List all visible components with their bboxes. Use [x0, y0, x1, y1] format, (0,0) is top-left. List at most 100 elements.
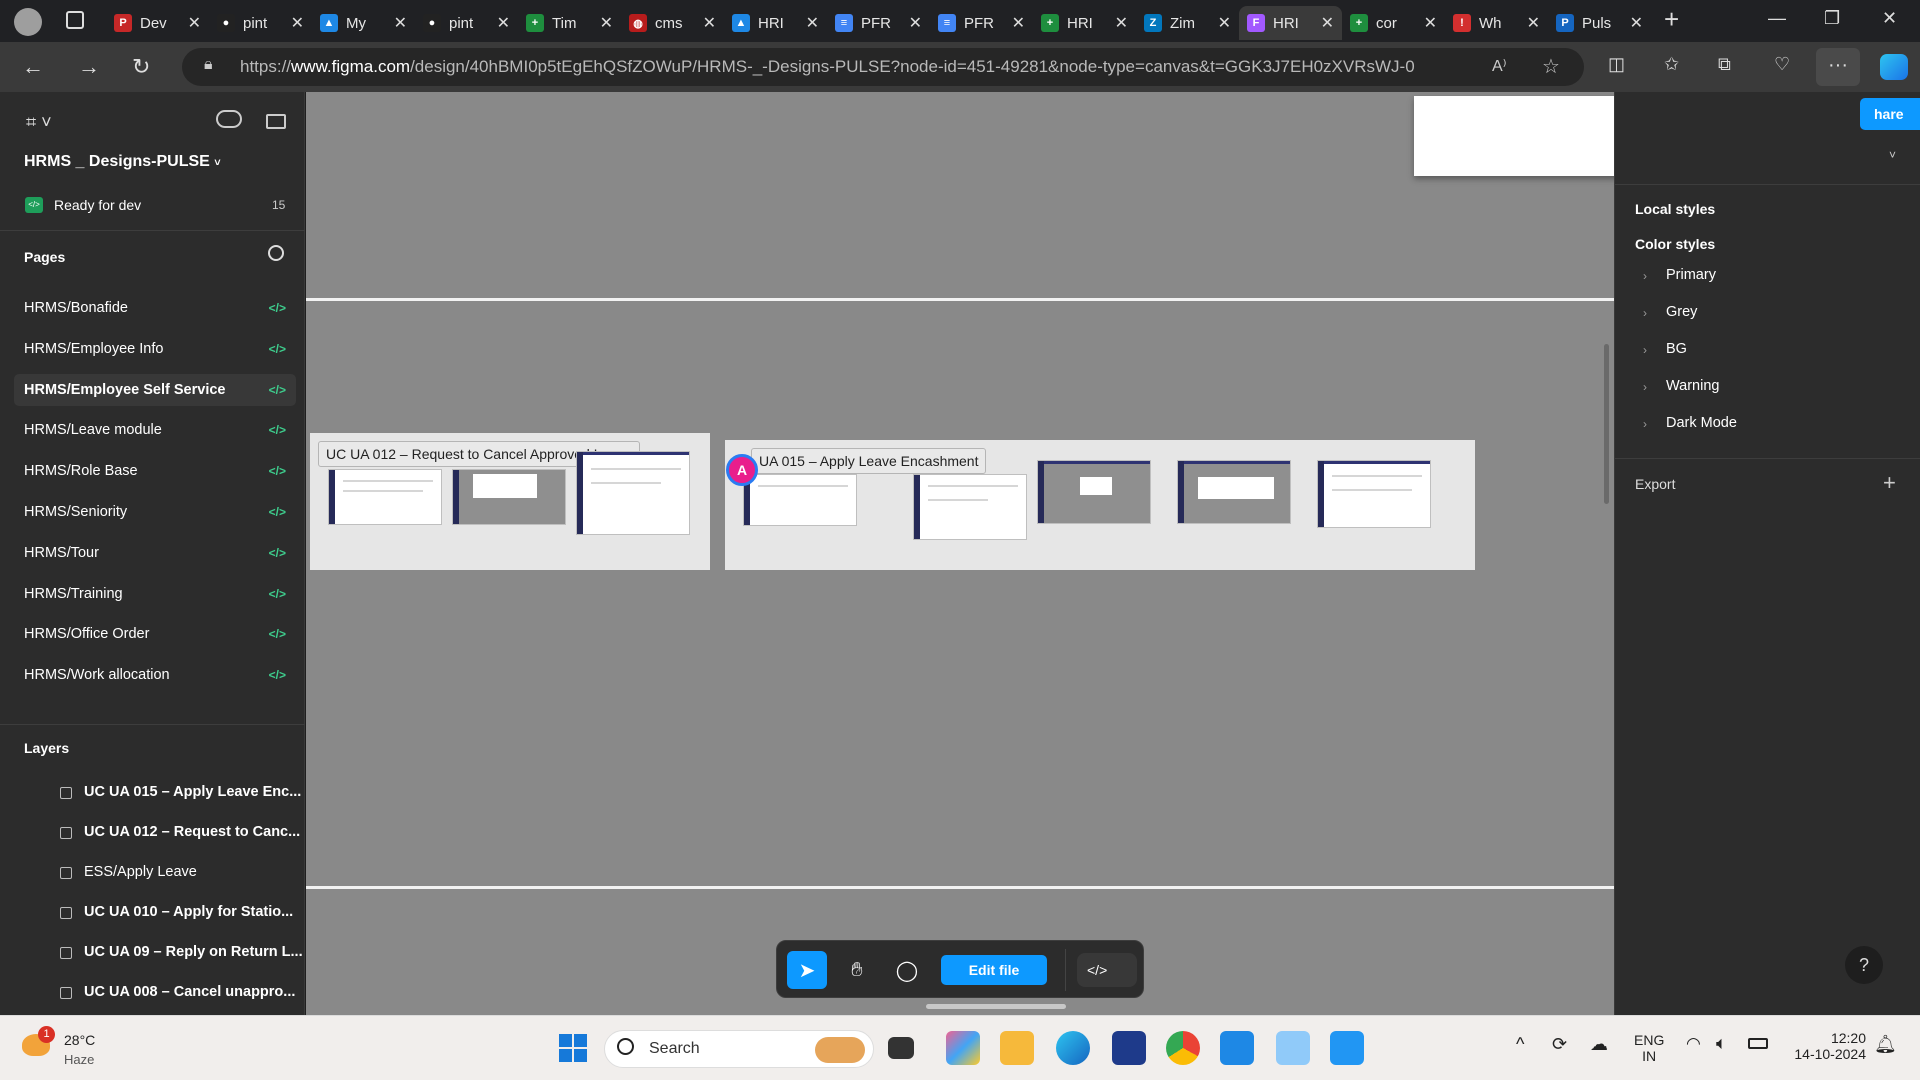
layer-item[interactable]: UC UA 015 – Apply Leave Enc...	[84, 784, 324, 800]
frame-thumbnail[interactable]	[576, 451, 690, 535]
color-style-item[interactable]: BG	[1666, 341, 1687, 357]
page-item[interactable]: HRMS/Tour </>	[14, 537, 296, 569]
browser-tab[interactable]: ● pint ✕	[415, 6, 518, 40]
more-options-icon[interactable]: ···	[1816, 48, 1860, 86]
file-explorer-icon[interactable]	[1000, 1031, 1034, 1065]
toggle-sidebar-icon[interactable]	[266, 114, 286, 129]
color-style-item[interactable]: Warning	[1666, 378, 1719, 394]
sync-icon[interactable]: ⟳	[1552, 1034, 1567, 1055]
onedrive-icon[interactable]: ☁	[1590, 1034, 1608, 1055]
favorite-star-icon[interactable]: ☆	[1542, 54, 1560, 79]
figma-canvas[interactable]: UC UA 012 – Request to Cancel Approved L…	[306, 92, 1614, 1015]
close-tab-icon[interactable]: ✕	[806, 13, 819, 33]
browser-tab[interactable]: Z Zim ✕	[1136, 6, 1239, 40]
vscode-icon[interactable]	[1220, 1031, 1254, 1065]
profile-avatar[interactable]	[14, 8, 42, 36]
color-style-item[interactable]: Grey	[1666, 304, 1697, 320]
page-item[interactable]: HRMS/Leave module </>	[14, 414, 296, 446]
expand-chevron-icon[interactable]: ›	[1643, 269, 1647, 283]
page-item[interactable]: HRMS/Role Base </>	[14, 455, 296, 487]
layer-item[interactable]: UC UA 012 – Request to Canc...	[84, 824, 324, 840]
copilot-icon[interactable]	[1880, 54, 1908, 80]
minimize-button[interactable]: —	[1768, 8, 1786, 29]
split-screen-icon[interactable]: ◫	[1608, 54, 1625, 75]
vertical-scrollbar[interactable]	[1604, 344, 1609, 504]
close-window-button[interactable]: ✕	[1882, 8, 1897, 29]
layer-item[interactable]: UC UA 008 – Cancel unappro...	[84, 984, 324, 1000]
page-item[interactable]: HRMS/Work allocation </>	[14, 659, 296, 691]
browser-tab[interactable]: + Tim ✕	[518, 6, 621, 40]
browser-tab[interactable]: ▲ HRI ✕	[724, 6, 827, 40]
browser-tab[interactable]: P Puls ✕	[1548, 6, 1651, 40]
layer-item[interactable]: UC UA 010 – Apply for Statio...	[84, 904, 324, 920]
close-tab-icon[interactable]: ✕	[1012, 13, 1025, 33]
forward-icon[interactable]: →	[78, 54, 100, 80]
url-input[interactable]: 🔒︎ https://www.figma.com/design/40hBMI0p…	[182, 48, 1584, 86]
edit-file-button[interactable]: Edit file	[941, 955, 1047, 985]
browser-essentials-icon[interactable]: ♡	[1774, 54, 1790, 75]
close-tab-icon[interactable]: ✕	[188, 13, 201, 33]
maximize-button[interactable]: ❐	[1824, 8, 1840, 29]
move-tool-icon[interactable]: ➤	[787, 951, 827, 989]
store-icon[interactable]	[1112, 1031, 1146, 1065]
frame-thumbnail[interactable]	[1317, 460, 1431, 528]
browser-tab[interactable]: ▲ My ✕	[312, 6, 415, 40]
frame-thumbnail[interactable]	[328, 469, 442, 525]
new-tab-button[interactable]: +	[1664, 4, 1679, 35]
back-icon[interactable]: ←	[22, 54, 44, 80]
search-pages-icon[interactable]	[268, 245, 284, 261]
browser-tab[interactable]: F HRI ✕	[1239, 6, 1342, 40]
cloud-save-icon[interactable]	[216, 110, 242, 128]
copilot-app-icon[interactable]	[946, 1031, 980, 1065]
close-tab-icon[interactable]: ✕	[394, 13, 407, 33]
notification-bell-icon[interactable]: 🔔︎	[1874, 1034, 1897, 1055]
expand-chevron-icon[interactable]: ›	[1643, 343, 1647, 357]
collections-icon[interactable]: ⧉	[1718, 54, 1731, 75]
weather-temp[interactable]: 28°C	[64, 1032, 95, 1048]
close-tab-icon[interactable]: ✕	[1218, 13, 1231, 33]
chrome-icon[interactable]	[1166, 1031, 1200, 1065]
browser-tab[interactable]: ≡ PFR ✕	[930, 6, 1033, 40]
browser-tab[interactable]: ● pint ✕	[209, 6, 312, 40]
start-icon[interactable]	[556, 1031, 590, 1065]
close-tab-icon[interactable]: ✕	[1630, 13, 1643, 33]
show-hidden-icons[interactable]: ^	[1516, 1034, 1524, 1055]
battery-icon[interactable]	[1748, 1038, 1768, 1049]
expand-chevron-icon[interactable]: ›	[1643, 417, 1647, 431]
page-item[interactable]: HRMS/Employee Self Service </>	[14, 373, 296, 406]
taskbar-search-input[interactable]: Search	[604, 1030, 874, 1068]
frame-thumbnail[interactable]	[743, 474, 857, 526]
browser-tab[interactable]: ◍ cms ✕	[621, 6, 724, 40]
close-tab-icon[interactable]: ✕	[497, 13, 510, 33]
close-tab-icon[interactable]: ✕	[600, 13, 613, 33]
read-aloud-icon[interactable]: A⁾	[1492, 56, 1507, 76]
page-item[interactable]: HRMS/Training </>	[14, 578, 296, 610]
comment-tool-icon[interactable]: ◯	[887, 951, 927, 989]
frame-thumbnail[interactable]	[1037, 460, 1151, 524]
horizontal-scrollbar[interactable]	[926, 1004, 1066, 1009]
ready-for-dev-link[interactable]: Ready for dev	[54, 197, 141, 213]
language-indicator[interactable]: ENG IN	[1634, 1032, 1664, 1064]
tab-actions-icon[interactable]	[66, 11, 84, 29]
browser-tab[interactable]: + HRI ✕	[1033, 6, 1136, 40]
edge-icon[interactable]	[1056, 1031, 1090, 1065]
frame-thumbnail[interactable]	[452, 469, 566, 525]
help-button[interactable]: ?	[1845, 946, 1883, 984]
frame-group-leave-encashment[interactable]: UA 015 – Apply Leave Encashment	[725, 440, 1475, 570]
expand-chevron-icon[interactable]: ›	[1643, 306, 1647, 320]
page-item[interactable]: HRMS/Seniority </>	[14, 496, 296, 528]
page-item[interactable]: HRMS/Office Order </>	[14, 618, 296, 650]
close-tab-icon[interactable]: ✕	[909, 13, 922, 33]
close-tab-icon[interactable]: ✕	[1424, 13, 1437, 33]
layer-item[interactable]: UC UA 09 – Reply on Return L...	[84, 944, 324, 960]
notepad-icon[interactable]	[1330, 1031, 1364, 1065]
layer-item[interactable]: ESS/Apply Leave	[84, 864, 324, 880]
color-style-item[interactable]: Primary	[1666, 267, 1716, 283]
close-tab-icon[interactable]: ✕	[1321, 13, 1334, 33]
close-tab-icon[interactable]: ✕	[1115, 13, 1128, 33]
close-tab-icon[interactable]: ✕	[703, 13, 716, 33]
share-button[interactable]: hare	[1860, 98, 1920, 130]
frame-thumbnail[interactable]	[913, 474, 1027, 540]
task-view-icon[interactable]	[888, 1037, 914, 1059]
browser-tab[interactable]: ! Wh ✕	[1445, 6, 1548, 40]
